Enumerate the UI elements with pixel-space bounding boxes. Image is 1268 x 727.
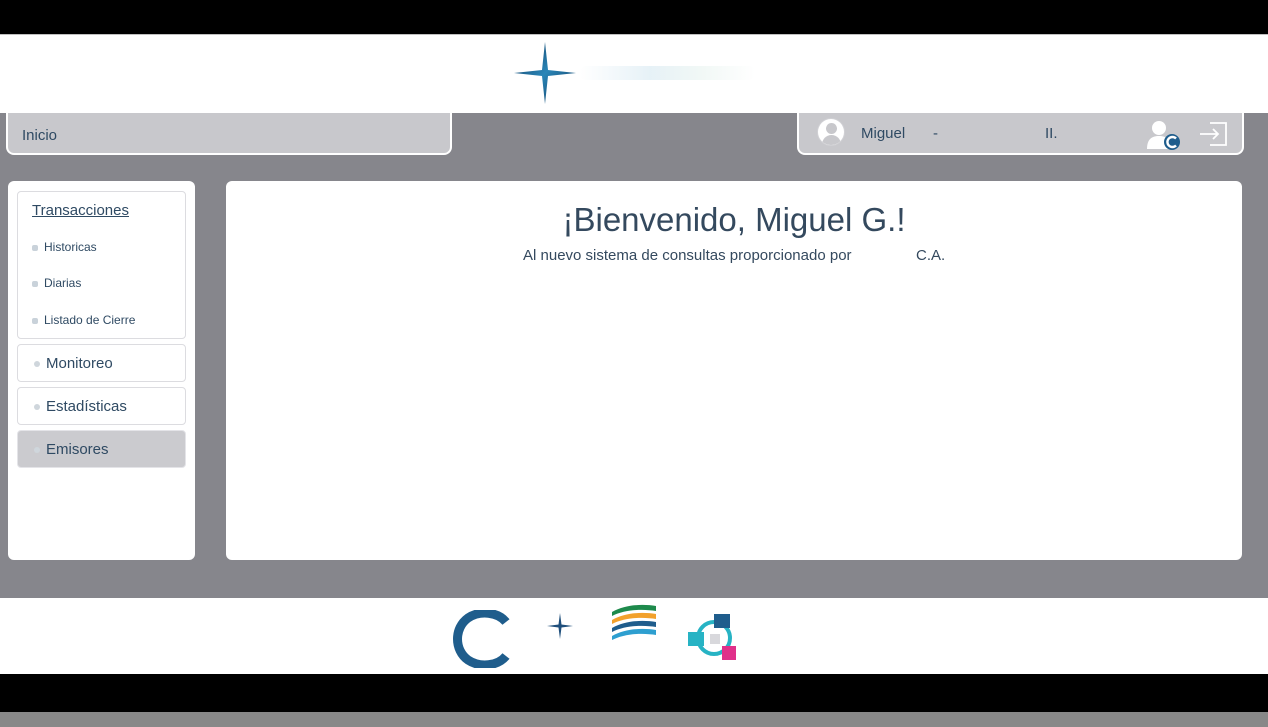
partner-logo-stripes — [612, 604, 656, 640]
user-change-icon[interactable] — [1146, 119, 1182, 151]
partner-logo-squares — [688, 614, 736, 660]
brand-wordmark-faint — [580, 66, 755, 80]
user-bar: Miguel - II. — [797, 113, 1244, 155]
user-name-suffix: II. — [1045, 125, 1058, 142]
breadcrumb: Inicio — [6, 113, 452, 155]
bullet-icon — [34, 361, 40, 367]
bullet-icon — [32, 280, 38, 287]
sidebar-item-estadisticas[interactable]: Estadísticas — [17, 387, 186, 425]
partner-logo-star-icon — [547, 613, 573, 639]
sidebar-item-transacciones[interactable]: Transacciones — [32, 202, 129, 219]
bullet-icon — [32, 244, 38, 251]
main-content: ¡Bienvenido, Miguel G.! Al nuevo sistema… — [226, 181, 1242, 560]
user-avatar-icon — [817, 118, 845, 146]
sidebar-item-emisores[interactable]: Emisores — [17, 430, 186, 468]
bullet-icon — [32, 317, 38, 324]
sidebar-subitem-diarias[interactable]: Diarias — [32, 276, 81, 290]
logout-icon[interactable] — [1198, 121, 1228, 147]
top-black-bar — [0, 0, 1268, 34]
sidebar-group-transacciones: Transacciones Historicas Diarias Listado… — [17, 191, 186, 339]
footer-banner — [0, 598, 1268, 674]
sidebar: Transacciones Historicas Diarias Listado… — [8, 181, 195, 560]
sidebar-subitem-listado-cierre[interactable]: Listado de Cierre — [32, 313, 135, 327]
user-name: Miguel — [861, 125, 906, 142]
welcome-subtitle-suffix: C.A. — [916, 247, 946, 264]
four-point-star-icon — [514, 42, 576, 104]
breadcrumb-home[interactable]: Inicio — [22, 127, 57, 144]
bullet-icon — [34, 404, 40, 410]
user-separator: - — [933, 125, 938, 142]
bottom-gray-strip — [0, 712, 1268, 727]
welcome-subtitle: Al nuevo sistema de consultas proporcion… — [523, 247, 852, 264]
partner-logo-c — [453, 610, 510, 668]
bottom-black-bar — [0, 674, 1268, 712]
sidebar-subitem-historicas[interactable]: Historicas — [32, 240, 97, 254]
sidebar-item-monitoreo[interactable]: Monitoreo — [17, 344, 186, 382]
bullet-icon — [34, 447, 40, 453]
welcome-title: ¡Bienvenido, Miguel G.! — [562, 201, 906, 238]
